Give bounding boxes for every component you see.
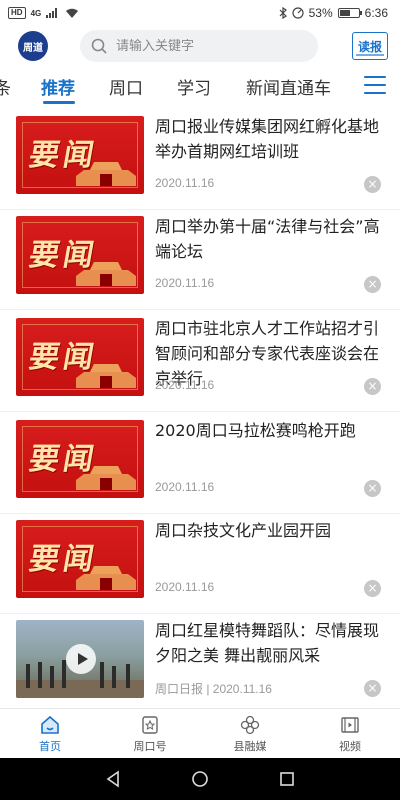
news-thumbnail: 要闻 (16, 520, 144, 598)
news-feed[interactable]: 要闻 周口报业传媒集团网红孵化基地举办首期网红培训班 2020.11.16 × … (0, 110, 400, 707)
signal-icon (46, 8, 58, 18)
video-thumbnail[interactable] (16, 620, 144, 698)
list-item[interactable]: 周口红星模特舞蹈队：尽情展现夕阳之美 舞出靓丽风采 周口日报 | 2020.11… (0, 614, 400, 707)
nav-video-label: 视频 (339, 739, 361, 753)
nav-home-label: 首页 (39, 739, 61, 753)
active-tab-indicator (43, 101, 75, 104)
tab-study[interactable]: 学习 (177, 74, 211, 99)
tiananmen-icon (76, 162, 136, 186)
app-logo[interactable]: 周道 (18, 31, 48, 61)
news-title[interactable]: 2020周口马拉松赛鸣枪开跑 (155, 418, 385, 443)
nav-zhoukou-hao[interactable]: 周口号 (100, 709, 200, 758)
bluetooth-icon (279, 7, 287, 19)
news-meta: 周口日报 | 2020.11.16 (155, 682, 272, 696)
tiananmen-icon (76, 364, 136, 388)
home-circle-icon[interactable] (191, 770, 209, 788)
list-item[interactable]: 要闻 周口杂技文化产业园开园 2020.11.16 × (0, 514, 400, 614)
dismiss-icon[interactable]: × (364, 580, 381, 597)
back-icon[interactable] (104, 770, 122, 788)
network-label: 4G (30, 8, 42, 18)
nfc-icon (292, 7, 304, 19)
dismiss-icon[interactable]: × (364, 276, 381, 293)
nav-county-media[interactable]: 县融媒 (200, 709, 300, 758)
news-title[interactable]: 周口红星模特舞蹈队：尽情展现夕阳之美 舞出靓丽风采 (155, 618, 385, 668)
battery-percent: 53% (308, 6, 333, 20)
system-nav-bar (0, 758, 400, 800)
news-meta: 2020.11.16 (155, 580, 215, 594)
news-meta: 2020.11.16 (155, 480, 215, 494)
tiananmen-icon (76, 566, 136, 590)
news-meta: 2020.11.16 (155, 276, 215, 290)
news-thumbnail: 要闻 (16, 420, 144, 498)
flower-icon (240, 715, 260, 734)
battery-fill (339, 10, 350, 16)
search-box[interactable] (80, 30, 318, 62)
wifi-icon (66, 8, 79, 18)
list-item[interactable]: 要闻 周口报业传媒集团网红孵化基地举办首期网红培训班 2020.11.16 × (0, 110, 400, 210)
news-thumbnail: 要闻 (16, 318, 144, 396)
list-item[interactable]: 要闻 周口举办第十届“法律与社会”高端论坛 2020.11.16 × (0, 210, 400, 310)
news-title[interactable]: 周口举办第十届“法律与社会”高端论坛 (155, 214, 385, 264)
status-bar: HD 4G 53% 6:36 (0, 0, 400, 26)
tab-partial[interactable]: 条 (0, 74, 11, 99)
news-meta: 2020.11.16 (155, 378, 215, 392)
bottom-nav: 首页 周口号 县融媒 视频 (0, 708, 400, 758)
list-item[interactable]: 要闻 周口市驻北京人才工作站招才引智顾问和部分专家代表座谈会在京举行 2020.… (0, 312, 400, 412)
news-thumbnail: 要闻 (16, 216, 144, 294)
channel-tabs: 条 推荐 周口 学习 新闻直通车 (0, 66, 400, 108)
nav-home[interactable]: 首页 (0, 709, 100, 758)
read-paper-button[interactable]: 读报 (352, 32, 388, 60)
tiananmen-icon (76, 262, 136, 286)
tab-news-express[interactable]: 新闻直通车 (246, 74, 331, 99)
dismiss-icon[interactable]: × (364, 378, 381, 395)
tab-zhoukou[interactable]: 周口 (109, 74, 143, 99)
nav-video[interactable]: 视频 (300, 709, 400, 758)
play-icon[interactable] (66, 644, 96, 674)
menu-icon[interactable] (364, 76, 386, 96)
dismiss-icon[interactable]: × (364, 680, 381, 697)
nav-zhoukou-hao-label: 周口号 (133, 739, 167, 753)
dismiss-icon[interactable]: × (364, 480, 381, 497)
film-icon (341, 716, 359, 733)
dismiss-icon[interactable]: × (364, 176, 381, 193)
nav-county-media-label: 县融媒 (233, 739, 267, 753)
clock: 6:36 (364, 6, 388, 20)
home-icon (41, 715, 59, 734)
star-badge-icon (142, 715, 158, 734)
news-title[interactable]: 周口报业传媒集团网红孵化基地举办首期网红培训班 (155, 114, 385, 164)
battery-icon (337, 8, 362, 18)
search-input[interactable] (116, 38, 306, 54)
recents-icon[interactable] (278, 770, 296, 788)
news-thumbnail: 要闻 (16, 116, 144, 194)
search-icon (91, 38, 107, 54)
app-header: 周道 读报 (0, 26, 400, 66)
list-item[interactable]: 要闻 2020周口马拉松赛鸣枪开跑 2020.11.16 × (0, 414, 400, 514)
tab-recommend[interactable]: 推荐 (41, 74, 75, 99)
news-title[interactable]: 周口杂技文化产业园开园 (155, 518, 385, 543)
tiananmen-icon (76, 466, 136, 490)
hd-badge: HD (8, 7, 26, 19)
news-meta: 2020.11.16 (155, 176, 215, 190)
